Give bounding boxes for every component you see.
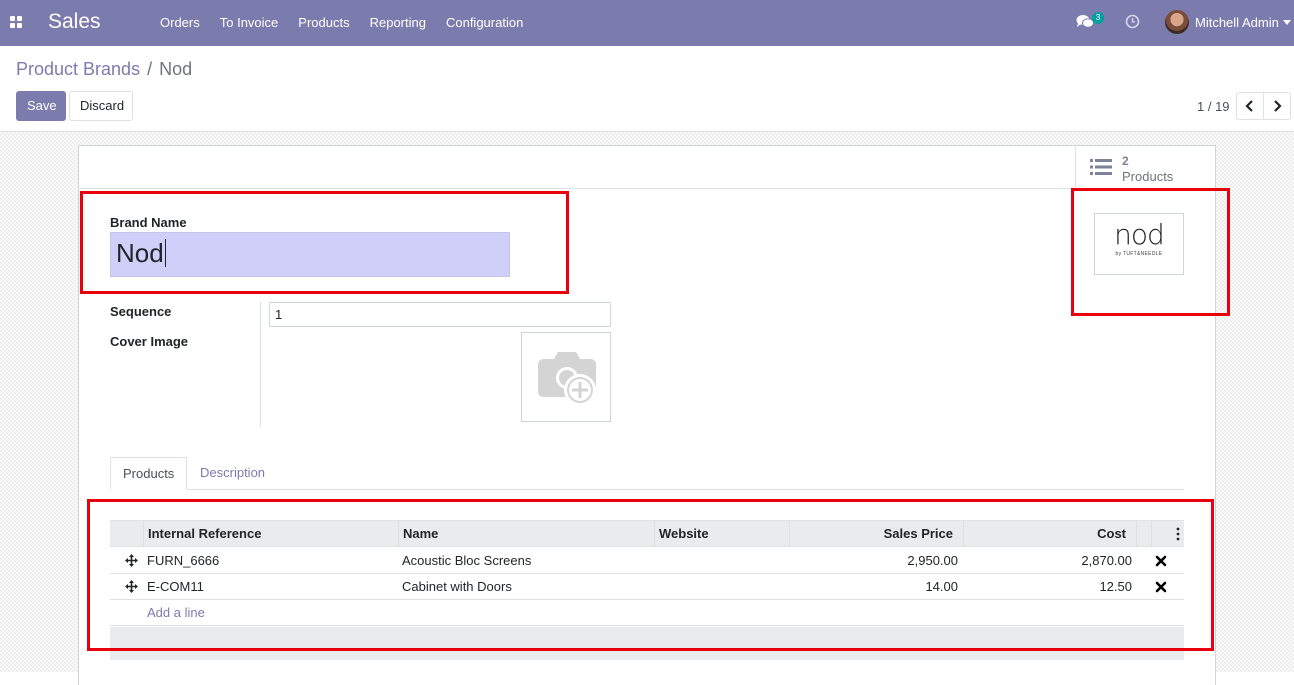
- brand-name-label: Brand Name: [110, 215, 187, 230]
- cell-cost[interactable]: 2,870.00: [963, 548, 1132, 573]
- vertical-dots-icon: [1176, 527, 1180, 541]
- chevron-left-icon: [1245, 100, 1253, 112]
- cell-name[interactable]: Cabinet with Doors: [402, 574, 512, 599]
- column-cost[interactable]: Cost: [963, 521, 1136, 547]
- menu-item-configuration[interactable]: Configuration: [436, 0, 533, 46]
- clock-icon[interactable]: [1125, 14, 1140, 29]
- pager-next-button[interactable]: [1263, 92, 1291, 120]
- logo-subtext: by TUFT&NEEDLE: [1115, 251, 1163, 257]
- column-website[interactable]: Website: [654, 521, 789, 547]
- column-name[interactable]: Name: [398, 521, 654, 547]
- optional-columns-toggle[interactable]: [1151, 521, 1184, 547]
- column-internal-reference[interactable]: Internal Reference: [143, 521, 398, 547]
- list-icon: [1090, 159, 1112, 175]
- text-caret: [164, 239, 166, 267]
- drag-handle-icon[interactable]: [125, 554, 138, 567]
- stat-value: 2: [1122, 154, 1129, 168]
- user-avatar[interactable]: [1165, 10, 1189, 34]
- products-table-header: Internal Reference Name Website Sales Pr…: [110, 520, 1184, 547]
- products-table-footer: [110, 627, 1184, 660]
- apps-menu-icon[interactable]: [10, 16, 23, 29]
- main-menu: Orders To Invoice Products Reporting Con…: [150, 0, 533, 46]
- camera-add-icon: [538, 352, 596, 406]
- cover-image-label: Cover Image: [110, 334, 189, 349]
- discard-button[interactable]: Discard: [69, 91, 133, 121]
- add-line-link[interactable]: Add a line: [147, 600, 205, 625]
- products-stat-button[interactable]: 2 Products: [1075, 145, 1216, 188]
- column-spacer: [1136, 521, 1151, 547]
- cell-sales-price[interactable]: 2,950.00: [789, 548, 958, 573]
- control-panel: Product Brands / Nod Save Discard 1 / 19: [0, 46, 1294, 132]
- add-line-row: Add a line: [110, 600, 1184, 626]
- brand-logo-image[interactable]: nod by TUFT&NEEDLE: [1094, 213, 1184, 275]
- cell-cost[interactable]: 12.50: [963, 574, 1132, 599]
- table-row[interactable]: FURN_6666 Acoustic Bloc Screens 2,950.00…: [110, 548, 1184, 574]
- cell-name[interactable]: Acoustic Bloc Screens: [402, 548, 531, 573]
- stat-label: Products: [1122, 169, 1174, 184]
- menu-item-products[interactable]: Products: [288, 0, 359, 46]
- breadcrumb-product-brands[interactable]: Product Brands: [16, 59, 140, 80]
- menu-item-reporting[interactable]: Reporting: [360, 0, 436, 46]
- chevron-right-icon: [1274, 100, 1282, 112]
- app-name[interactable]: Sales: [48, 10, 101, 34]
- breadcrumb-current: Nod: [159, 59, 193, 79]
- brand-name-input[interactable]: Nod: [110, 232, 510, 277]
- column-sales-price[interactable]: Sales Price: [789, 521, 963, 547]
- delete-row-icon[interactable]: [1155, 581, 1167, 593]
- cover-image-upload[interactable]: [521, 332, 611, 422]
- cell-sales-price[interactable]: 14.00: [789, 574, 958, 599]
- chevron-down-icon[interactable]: [1283, 20, 1291, 25]
- pager-previous-button[interactable]: [1236, 92, 1264, 120]
- cell-internal-reference[interactable]: E-COM11: [147, 574, 204, 599]
- cell-internal-reference[interactable]: FURN_6666: [147, 548, 219, 573]
- button-box-divider: [78, 188, 1216, 189]
- user-name[interactable]: Mitchell Admin: [1195, 15, 1279, 30]
- delete-row-icon[interactable]: [1155, 555, 1167, 567]
- breadcrumb: Product Brands / Nod: [16, 59, 192, 80]
- menu-item-orders[interactable]: Orders: [150, 0, 210, 46]
- brand-name-value: Nod: [116, 238, 164, 268]
- tab-description[interactable]: Description: [188, 457, 277, 490]
- chat-count-badge: 3: [1092, 12, 1104, 24]
- drag-handle-icon[interactable]: [125, 580, 138, 593]
- table-row[interactable]: E-COM11 Cabinet with Doors 14.00 12.50: [110, 574, 1184, 600]
- sequence-label: Sequence: [110, 304, 172, 319]
- menu-item-to-invoice[interactable]: To Invoice: [210, 0, 289, 46]
- tab-products[interactable]: Products: [110, 457, 187, 490]
- pager-value[interactable]: 1 / 19: [1197, 99, 1230, 114]
- top-navbar: Sales Orders To Invoice Products Reporti…: [0, 0, 1294, 46]
- logo-wordmark: nod: [1114, 218, 1165, 251]
- sequence-input[interactable]: 1: [269, 302, 611, 327]
- save-button[interactable]: Save: [16, 91, 66, 121]
- field-label-separator: [260, 302, 261, 427]
- breadcrumb-separator: /: [147, 59, 153, 79]
